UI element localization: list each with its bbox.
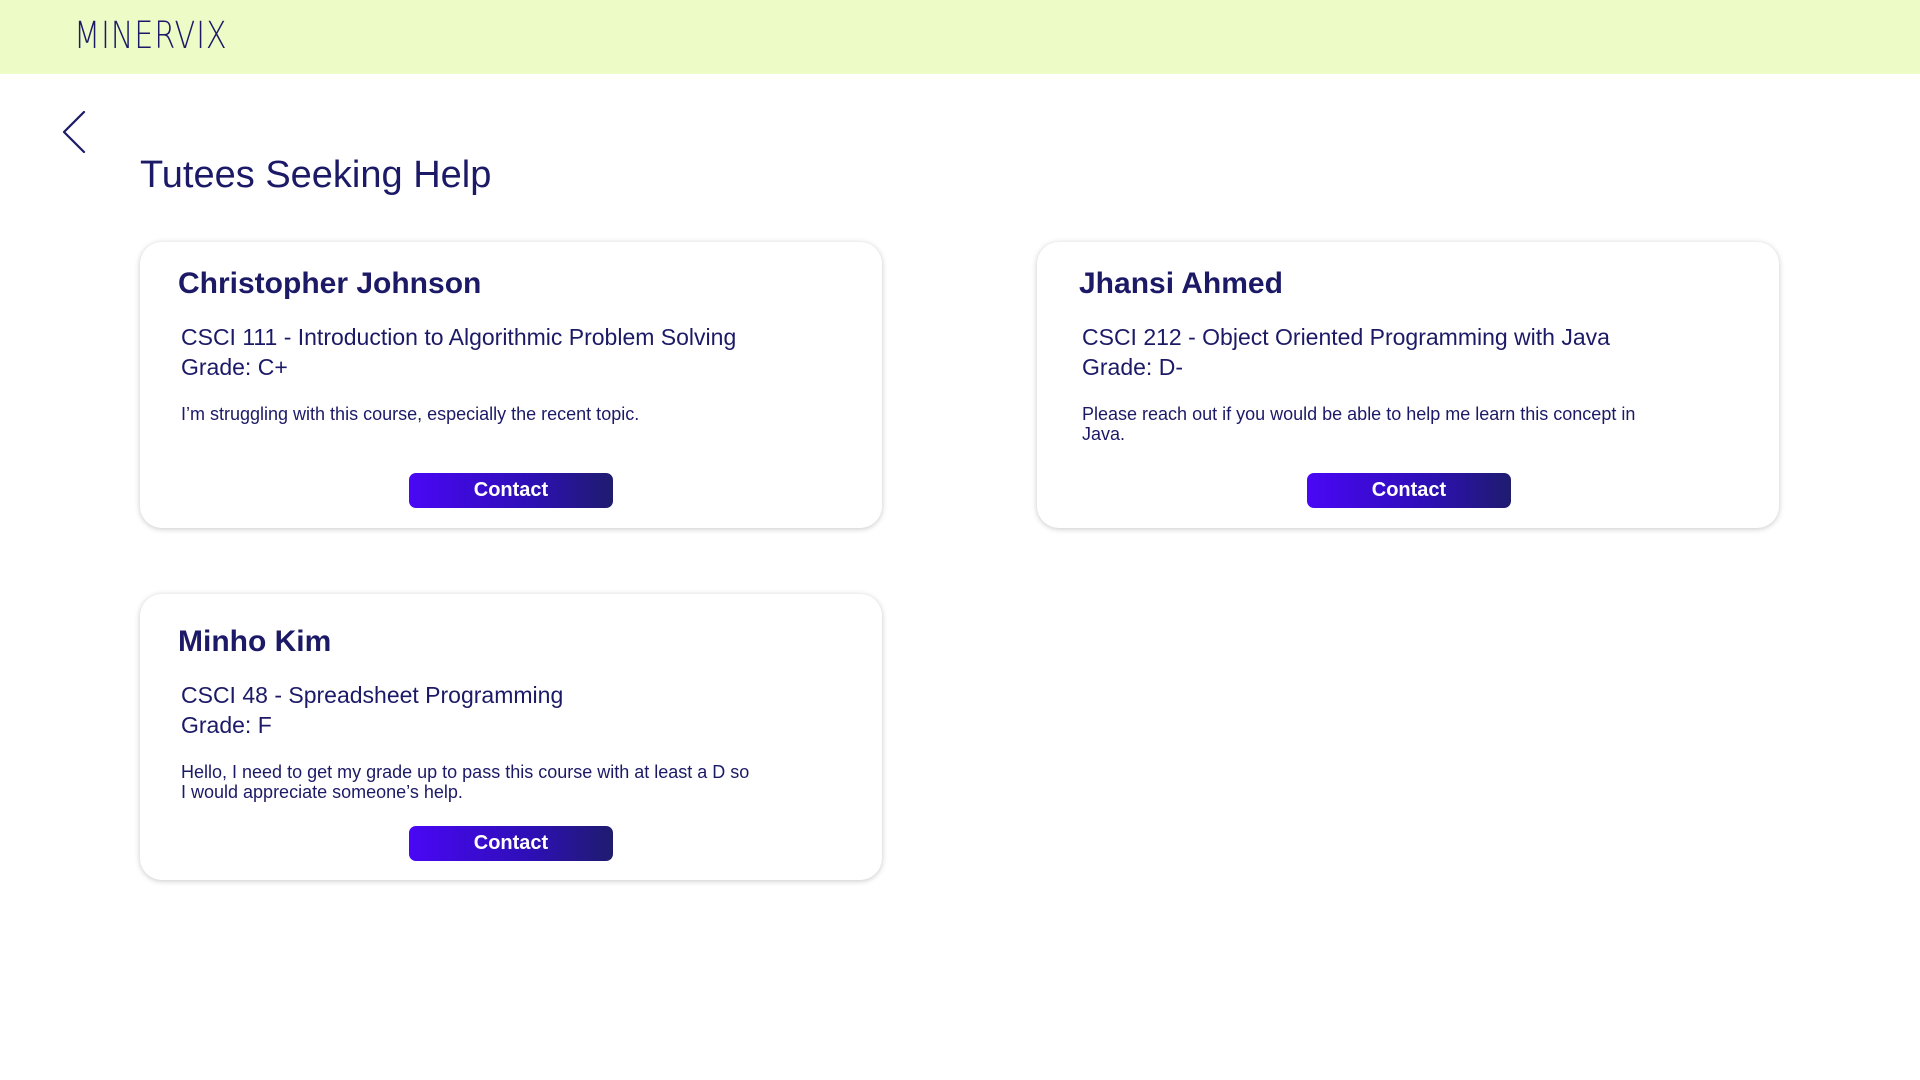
tutee-course: CSCI 48 - Spreadsheet Programming [181,682,564,708]
contact-button[interactable]: Contact [1307,473,1511,508]
tutee-course: CSCI 111 - Introduction to Algorithmic P… [181,324,737,350]
tutee-name: Minho Kim [178,625,332,658]
tutee-message: Hello, I need to get my grade up to pass… [181,762,750,802]
tutee-grade: Grade: D- [1082,354,1183,380]
logo[interactable]: MINERVIX [74,14,227,58]
tutee-card: Christopher Johnson CSCI 111 - Introduct… [140,242,882,528]
tutee-card: Jhansi Ahmed CSCI 212 - Object Oriented … [1037,242,1779,528]
tutee-name: Jhansi Ahmed [1079,267,1283,300]
tutee-message: I’m struggling with this course, especia… [181,404,640,424]
tutee-course: CSCI 212 - Object Oriented Programming w… [1082,324,1610,350]
back-button[interactable] [56,108,92,156]
chevron-left-icon [62,110,86,154]
tutee-name: Christopher Johnson [178,267,482,300]
top-bar: MINERVIX [0,0,1920,74]
contact-button[interactable]: Contact [409,473,613,508]
tutee-grade: Grade: C+ [181,354,288,380]
tutee-message: Please reach out if you would be able to… [1082,404,1636,444]
page-title: Tutees Seeking Help [140,154,492,196]
contact-button[interactable]: Contact [409,826,613,861]
tutee-grade: Grade: F [181,712,272,738]
tutee-card: Minho Kim CSCI 48 - Spreadsheet Programm… [140,594,882,880]
